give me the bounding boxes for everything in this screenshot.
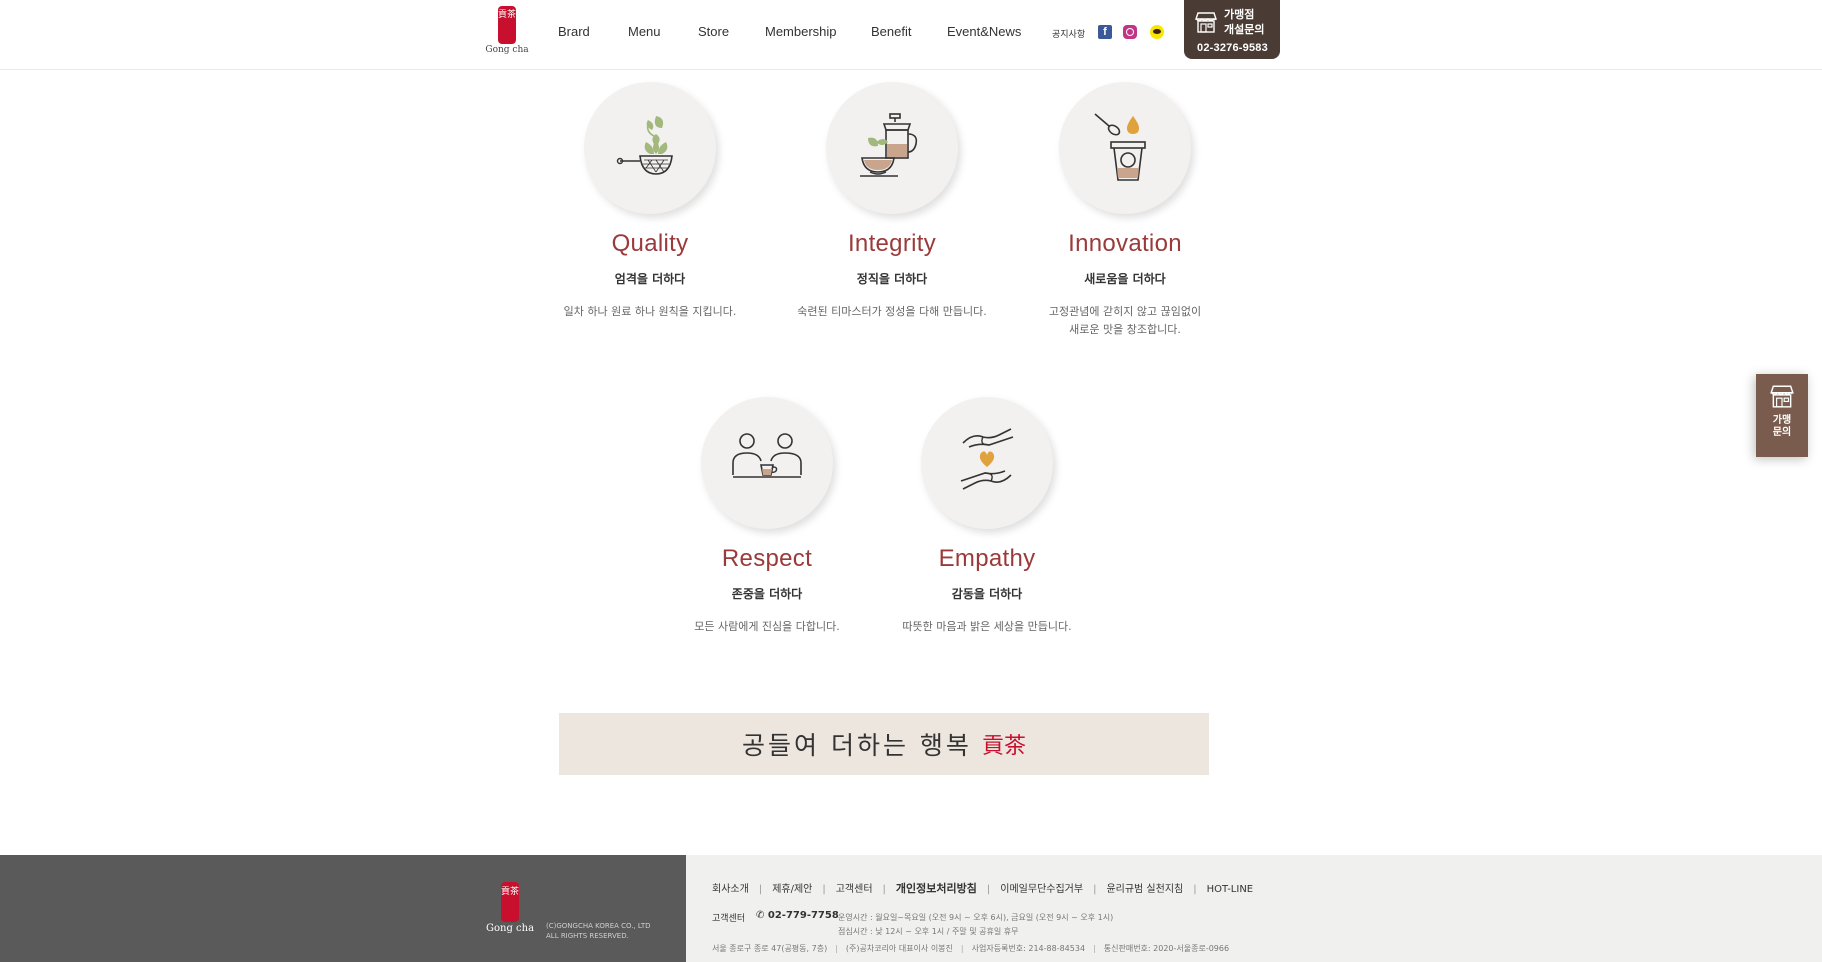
phone-icon: ✆ xyxy=(756,910,768,921)
value-subtitle: 존중을 더하다 xyxy=(731,587,803,601)
footer-divider: | xyxy=(758,884,763,895)
nav-brand[interactable]: Brard xyxy=(558,24,590,39)
footer-links: 회사소개 | 제휴/제안 | 고객센터 | 개인정보처리방침 | 이메일무단수집거부 | 윤리규범 … xyxy=(712,880,1253,896)
footer-divider: | xyxy=(1093,884,1097,895)
value-card-integrity: Integrity 정직을 더하다 숙련된 티마스터가 정성을 다해 만듭니다. xyxy=(772,82,1012,321)
nav-store[interactable]: Store xyxy=(698,24,729,39)
slogan-text: 공들여 더하는 행복 xyxy=(742,731,972,760)
value-card-innovation: Innovation 새로움을 더하다 고정관념에 갇히지 않고 끊임없이 새로… xyxy=(1005,82,1245,339)
value-subtitle: 정직을 더하다 xyxy=(856,272,928,286)
nav-benefit[interactable]: Benefit xyxy=(871,24,911,39)
footer-divider: | xyxy=(822,884,826,895)
nav-membership[interactable]: Membership xyxy=(765,24,837,39)
footer-divider: | xyxy=(960,944,964,953)
company-ceo: (주)공차코리아 대표이사 이봉진 xyxy=(845,944,953,953)
franchise-phone: 02-3276-9583 xyxy=(1197,42,1268,54)
cs-phone-number: 02-779-7758 xyxy=(767,910,839,921)
hands-heart-icon xyxy=(960,428,1014,490)
footer-divider: | xyxy=(1093,944,1096,953)
franchise-line2: 개설문의 xyxy=(1224,23,1265,36)
footer-link-company[interactable]: 회사소개 xyxy=(712,880,749,895)
value-card-empathy: Empathy 감동을 더하다 따뜻한 마음과 밝은 세상을 만듭니다. xyxy=(867,397,1107,636)
footer-logo-text: Gong cha xyxy=(486,923,535,934)
logo-text: Gong cha xyxy=(485,45,529,55)
side-franchise-tab[interactable]: 가맹 문의 xyxy=(1756,374,1808,457)
value-title: Respect xyxy=(721,545,813,572)
mail-order-number: 통신판매번호: 2020-서울종로-0966 xyxy=(1103,944,1230,953)
value-description: 숙련된 티마스터가 정성을 다해 만듭니다. xyxy=(797,305,987,318)
cs-hours: 운영시간 : 월요일~목요일 (오전 9시 ~ 오후 6시), 금요일 (오전 … xyxy=(838,911,1113,939)
footer-company-info: 서울 종로구 종로 47(공평동, 7층) | (주)공차코리아 대표이사 이봉진 |… xyxy=(712,943,1229,954)
two-people-cup-icon xyxy=(732,433,802,478)
facebook-icon[interactable]: f xyxy=(1098,25,1112,39)
slogan-banner: 공들여 더하는 행복 貢茶 xyxy=(559,713,1209,775)
value-description: 따뜻한 마음과 밝은 세상을 만듭니다. xyxy=(902,620,1072,633)
footer-divider: | xyxy=(1193,884,1197,895)
cs-hours-weekday: 운영시간 : 월요일~목요일 (오전 9시 ~ 오후 6시), 금요일 (오전 … xyxy=(838,913,1114,922)
footer-link-customer-center[interactable]: 고객센터 xyxy=(836,880,873,895)
logo-mark: 貢茶 xyxy=(498,6,516,44)
value-icon-circle xyxy=(1059,82,1191,214)
business-number: 사업자등록번호: 214-88-84534 xyxy=(971,944,1086,953)
nav-event-news[interactable]: Event&News xyxy=(947,24,1021,39)
copyright: (C)GONGCHA KOREA CO., LTD ALL RIGHTS RES… xyxy=(546,922,651,940)
footer-link-email-policy[interactable]: 이메일무단수집거부 xyxy=(1000,880,1083,895)
value-icon-circle xyxy=(584,82,716,214)
footer-logo[interactable]: 貢茶 Gong cha xyxy=(486,882,534,934)
kakaotalk-icon[interactable] xyxy=(1150,25,1164,39)
tea-leaf-strainer-icon xyxy=(616,116,673,175)
footer-logo-mark: 貢茶 xyxy=(501,882,519,922)
site-header: 貢茶 Gong cha Brard Menu Store Membership … xyxy=(0,0,1822,70)
value-subtitle: 엄격을 더하다 xyxy=(614,272,686,286)
footer-link-ethics[interactable]: 윤리규범 실천지침 xyxy=(1106,880,1183,895)
footer-link-partnership[interactable]: 제휴/제안 xyxy=(772,880,812,895)
spoon-drop-cup-icon xyxy=(1094,113,1146,181)
cs-phone: ✆ 02-779-7758 xyxy=(756,910,839,921)
cs-label: 고객센터 xyxy=(712,914,746,924)
value-title: Quality xyxy=(611,230,689,257)
company-address: 서울 종로구 종로 47(공평동, 7층) xyxy=(712,944,828,953)
cs-hours-lunch: 점심시간 : 낮 12시 ~ 오후 1시 / 주말 및 공휴일 휴무 xyxy=(838,927,1019,936)
franchise-line1: 가맹점 xyxy=(1224,8,1255,21)
side-tab-label: 가맹 문의 xyxy=(1772,415,1792,438)
footer-divider: | xyxy=(882,884,886,895)
value-subtitle: 새로움을 더하다 xyxy=(1084,272,1166,286)
value-description: 모든 사람에게 진심을 다합니다. xyxy=(694,620,840,633)
value-title: Integrity xyxy=(847,230,937,257)
gongcha-logo[interactable]: 貢茶 Gong cha xyxy=(485,6,529,58)
slogan-logo-mark: 貢茶 xyxy=(981,734,1026,759)
footer-divider: | xyxy=(986,884,991,895)
footer-link-hotline[interactable]: HOT-LINE xyxy=(1207,884,1254,895)
footer-brand-area xyxy=(0,855,686,962)
value-card-respect: Respect 존중을 더하다 모든 사람에게 진심을 다합니다. xyxy=(647,397,887,636)
nav-menu[interactable]: Menu xyxy=(628,24,661,39)
value-icon-circle xyxy=(921,397,1053,529)
notice-link[interactable]: 공지사항 xyxy=(1052,27,1085,40)
value-title: Empathy xyxy=(938,545,1036,572)
value-description: 일차 하나 원료 하나 원칙을 지킵니다. xyxy=(563,305,737,318)
teapot-cup-icon xyxy=(860,113,918,177)
value-icon-circle xyxy=(826,82,958,214)
value-description: 고정관념에 갇히지 않고 끊임없이 새로운 맛을 창조합니다. xyxy=(1048,305,1202,336)
store-icon xyxy=(1770,385,1794,408)
footer-link-privacy[interactable]: 개인정보처리방침 xyxy=(896,880,977,896)
instagram-icon[interactable] xyxy=(1123,25,1137,39)
store-icon xyxy=(1195,12,1217,33)
value-icon-circle xyxy=(701,397,833,529)
value-title: Innovation xyxy=(1068,230,1182,257)
footer-divider: | xyxy=(835,944,838,953)
value-subtitle: 감동을 더하다 xyxy=(951,587,1023,601)
value-card-quality: Quality 엄격을 더하다 일차 하나 원료 하나 원칙을 지킵니다. xyxy=(530,82,770,321)
franchise-inquiry-button[interactable]: 가맹점 개설문의 02-3276-9583 xyxy=(1184,0,1280,59)
